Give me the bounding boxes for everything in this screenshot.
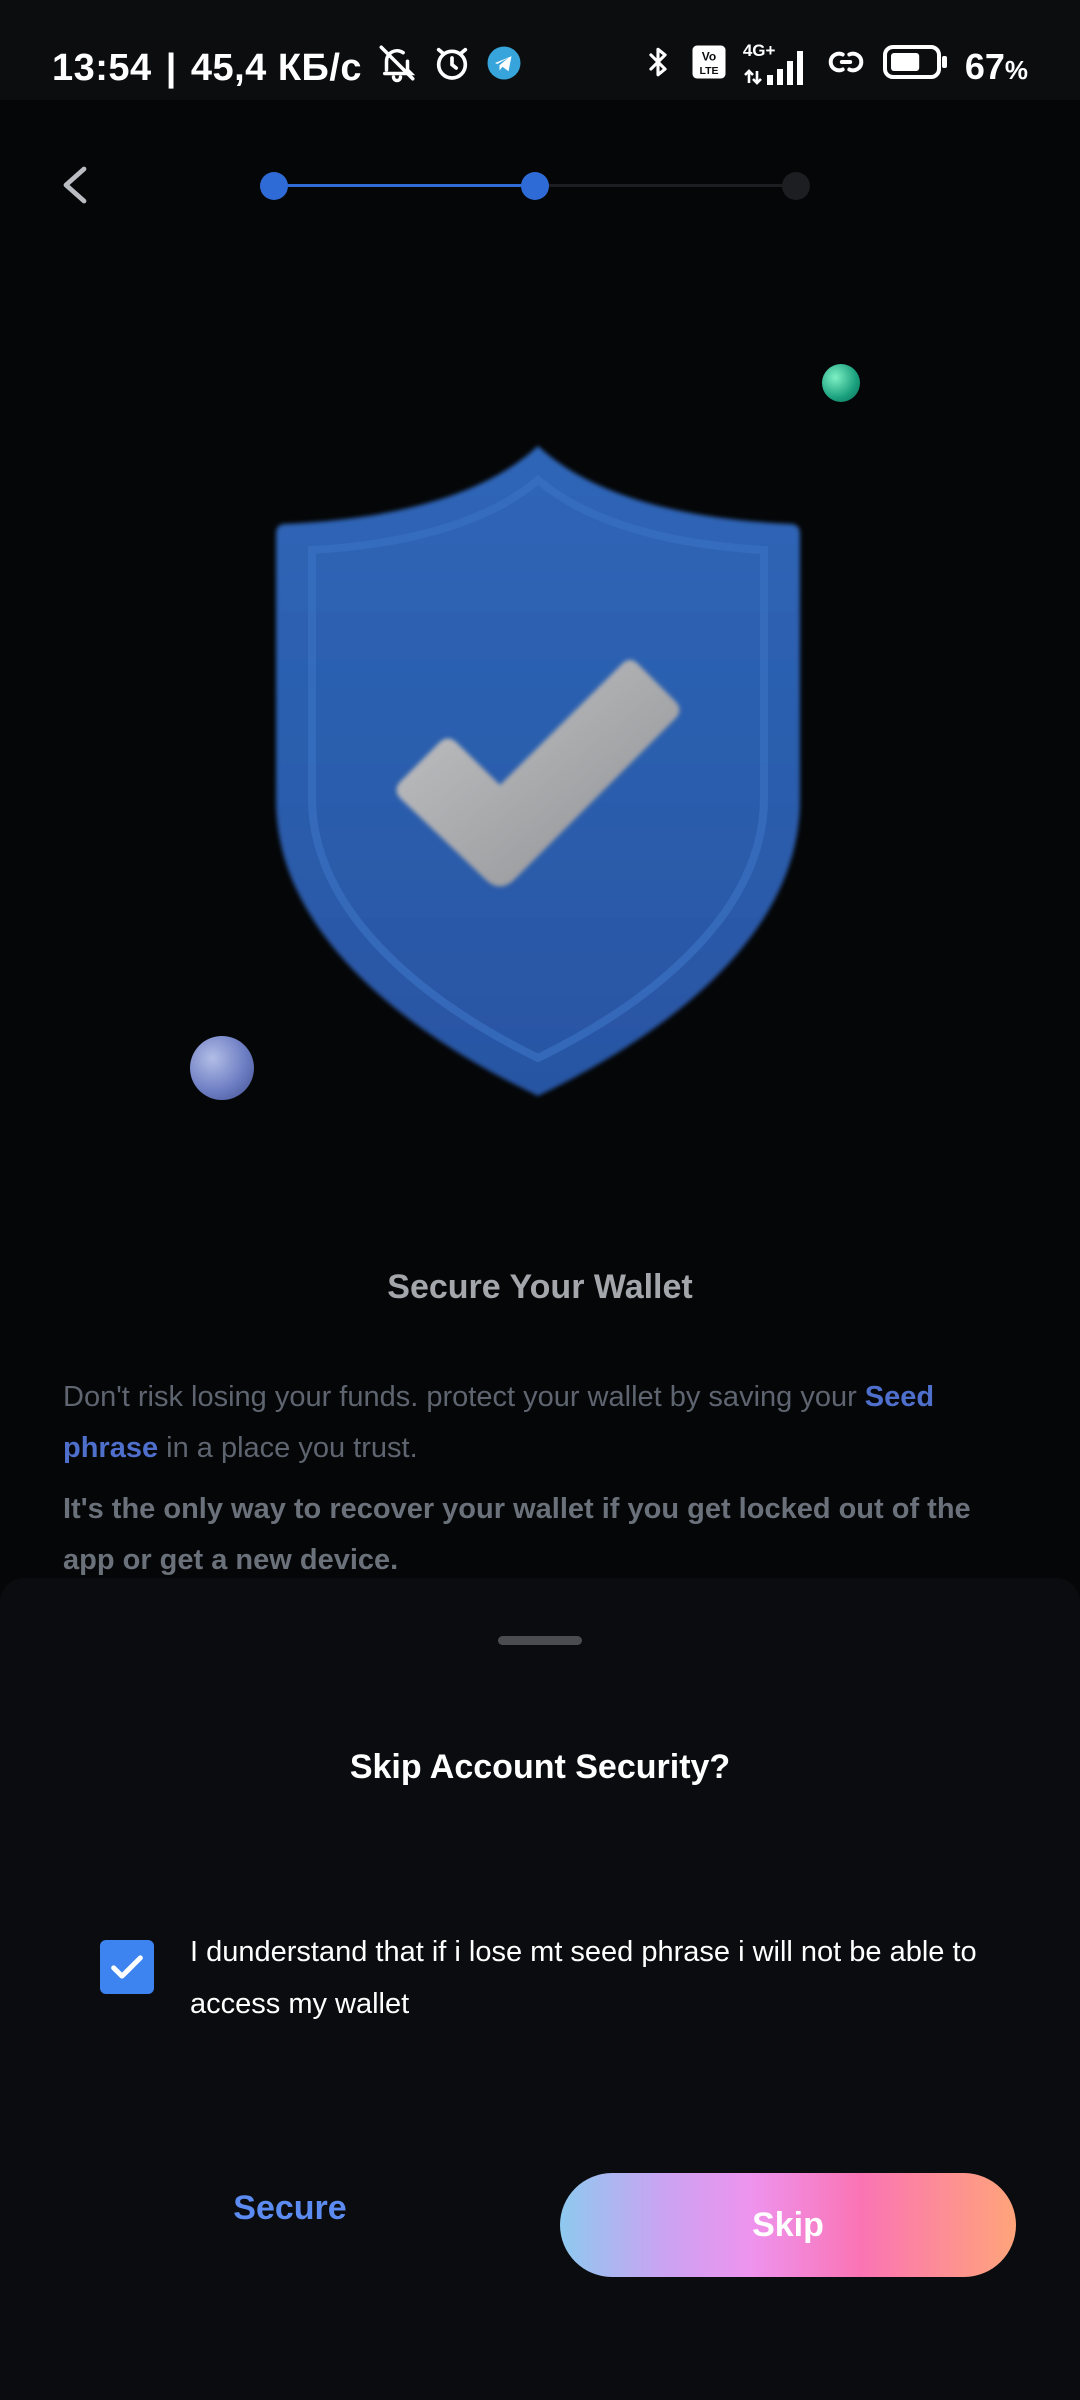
- stepper-connector: [535, 184, 796, 187]
- back-button[interactable]: [50, 160, 100, 210]
- stepper-dot-1: [260, 172, 288, 200]
- battery-percent: 67%: [965, 46, 1028, 88]
- signal-icon: 4G+: [743, 41, 809, 87]
- skip-button[interactable]: Skip: [560, 2173, 1016, 2277]
- svg-text:Vo: Vo: [702, 50, 716, 64]
- network-speed: 45,4 КБ/с: [190, 46, 363, 89]
- stepper-dot-3: [782, 172, 810, 200]
- volte-icon: Vo LTE: [691, 44, 727, 89]
- shield-icon: [276, 446, 800, 1096]
- sheet-title: Skip Account Security?: [349, 1748, 731, 1786]
- battery-percent-unit: %: [1004, 54, 1028, 85]
- bottom-sheet: Skip Account Security? I dunderstand tha…: [0, 1578, 1080, 2400]
- status-bar: 13:54 | 45,4 КБ/с Vo LTE 4G+ 67%: [0, 0, 1080, 100]
- secure-button[interactable]: Secure: [140, 2168, 440, 2248]
- telegram-icon: [486, 45, 522, 91]
- info-p1-text: Don't risk losing your funds. protect yo…: [63, 1381, 865, 1413]
- stepper-dot-2: [521, 172, 549, 200]
- status-left: 13:54 | 45,4 КБ/с: [52, 42, 522, 94]
- status-time: 13:54: [52, 46, 152, 89]
- status-right: Vo LTE 4G+ 67%: [641, 41, 1028, 91]
- svg-text:LTE: LTE: [699, 65, 718, 77]
- progress-stepper: [260, 168, 810, 204]
- bluetooth-icon: [641, 42, 675, 91]
- sheet-drag-handle[interactable]: [498, 1636, 582, 1645]
- info-title: Secure Your Wallet: [387, 1268, 693, 1306]
- battery-percent-value: 67: [964, 45, 1005, 87]
- link-icon: [825, 42, 867, 91]
- alarm-icon: [432, 43, 472, 93]
- info-paragraph-2: It's the only way to recover your wallet…: [63, 1493, 971, 1576]
- status-separator: |: [165, 46, 177, 89]
- consent-text: I dunderstand that if i lose mt seed phr…: [190, 1936, 977, 2020]
- shield-check-illustration: [0, 330, 1080, 1130]
- mute-bell-icon: [376, 42, 418, 94]
- stepper-connector: [274, 184, 535, 187]
- battery-icon: [882, 45, 949, 88]
- info-paragraph-1: Don't risk losing your funds. protect yo…: [63, 1372, 1023, 1474]
- consent-checkbox[interactable]: [100, 1940, 154, 1994]
- skip-security-screen: 13:54 | 45,4 КБ/с Vo LTE 4G+ 67% Secure …: [0, 0, 1080, 2400]
- checkmark-icon: [111, 1955, 143, 1979]
- chevron-left-icon: [63, 166, 87, 204]
- info-p1-text-end: in a place you trust.: [158, 1432, 418, 1464]
